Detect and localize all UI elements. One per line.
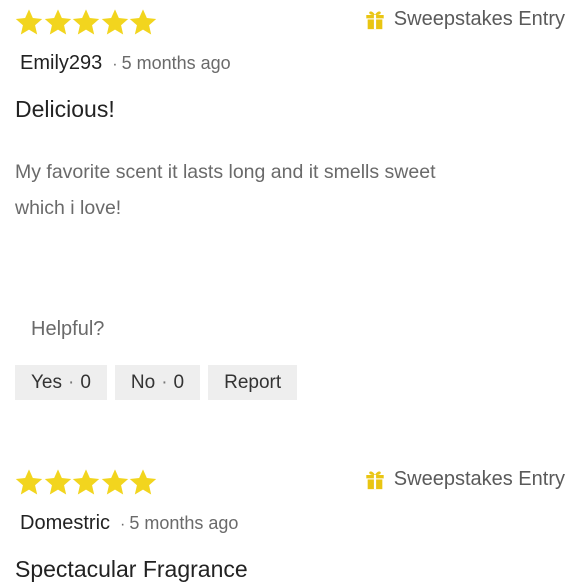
helpful-label: Helpful? (31, 318, 105, 340)
sweepstakes-badge: Sweepstakes Entry (364, 8, 565, 31)
review-title: Spectacular Fragrance (15, 556, 248, 582)
author-name[interactable]: Emily293 (20, 52, 102, 75)
star-rating (15, 8, 158, 36)
separator-dot: · (68, 372, 75, 393)
gift-icon (364, 9, 386, 31)
vote-buttons: Yes · 0 No · 0 Report (15, 365, 305, 400)
review-body: My favorite scent it lasts long and it s… (15, 154, 515, 226)
sweepstakes-label: Sweepstakes Entry (393, 468, 565, 490)
no-count: 0 (173, 372, 185, 393)
separator-dot: · (120, 516, 126, 533)
yes-label: Yes (31, 372, 62, 393)
helpful-no-button[interactable]: No · 0 (114, 365, 201, 400)
author-name[interactable]: Domestric (20, 512, 110, 535)
star-rating (15, 468, 158, 496)
review-date: 5 months ago (129, 513, 239, 533)
report-button[interactable]: Report (208, 365, 298, 400)
star-icon (129, 8, 157, 36)
star-icon (101, 8, 129, 36)
review-meta: Domestric · 5 months ago (20, 512, 238, 535)
star-icon (15, 468, 43, 496)
separator-dot: · (112, 56, 118, 73)
review-title: Delicious! (15, 96, 115, 122)
review-date: 5 months ago (121, 53, 231, 73)
review-meta: Emily293 · 5 months ago (20, 52, 231, 75)
review-body-line: My favorite scent it lasts long and it s… (15, 161, 436, 183)
helpful-yes-button[interactable]: Yes · 0 (15, 365, 107, 400)
review-body-line: which i love! (15, 197, 122, 219)
star-icon (44, 468, 72, 496)
star-icon (129, 468, 157, 496)
yes-count: 0 (80, 372, 91, 393)
sweepstakes-label: Sweepstakes Entry (393, 8, 565, 30)
star-icon (15, 8, 43, 36)
star-icon (72, 468, 100, 496)
gift-icon (364, 469, 386, 491)
star-icon (101, 468, 129, 496)
sweepstakes-badge: Sweepstakes Entry (364, 468, 565, 491)
separator-dot: · (161, 372, 168, 393)
star-icon (72, 8, 100, 36)
star-icon (44, 8, 72, 36)
no-label: No (130, 372, 156, 393)
